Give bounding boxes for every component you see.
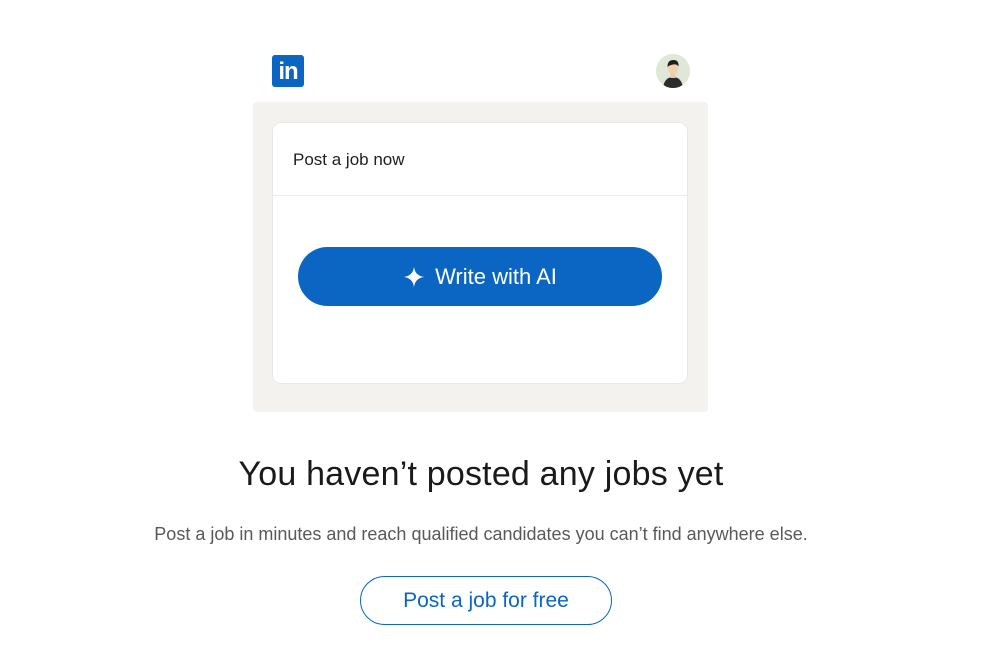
linkedin-logo-text: in [278, 58, 298, 85]
person-avatar-icon [656, 54, 690, 88]
write-with-ai-label: Write with AI [435, 263, 557, 289]
mock-card-title: Post a job now [273, 123, 687, 196]
sparkle-icon [403, 266, 425, 287]
empty-jobs-page: in Post a job now Write with AI You have… [0, 0, 996, 670]
post-job-for-free-label: Post a job for free [403, 588, 569, 612]
post-job-for-free-button[interactable]: Post a job for free [360, 576, 612, 625]
avatar [656, 54, 690, 88]
linkedin-logo-icon: in [272, 55, 304, 87]
write-with-ai-button: Write with AI [298, 247, 662, 306]
mock-post-job-frame: Post a job now Write with AI [253, 102, 708, 412]
post-job-illustration: in Post a job now Write with AI [253, 48, 708, 412]
empty-state-description: Post a job in minutes and reach qualifie… [154, 524, 808, 544]
mock-post-job-card: Post a job now Write with AI [273, 123, 687, 383]
empty-state-headline: You haven’t posted any jobs yet [238, 455, 724, 493]
